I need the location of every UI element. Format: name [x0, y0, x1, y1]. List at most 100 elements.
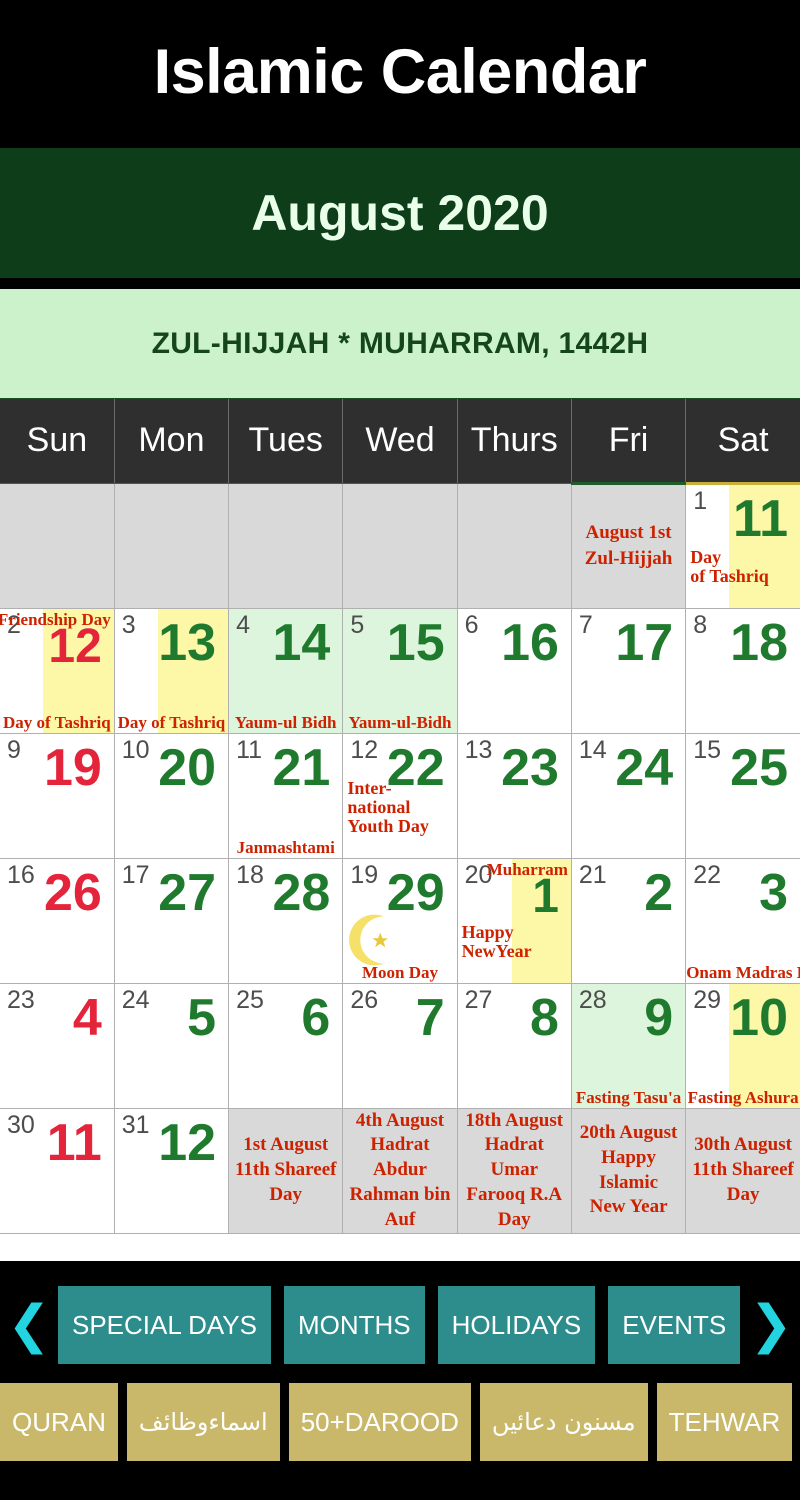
day-cell-inner: 17 27 [115, 859, 228, 983]
calendar-day-cell[interactable]: 11 21 Janmashtami [228, 733, 344, 859]
calendar-day-cell[interactable]: 4 14 Yaum-ul Bidh [228, 608, 344, 734]
calendar-day-cell[interactable]: 23 4 [0, 983, 115, 1109]
gregorian-date: 23 [7, 985, 35, 1014]
day-cell-inner: 14 24 [572, 734, 685, 858]
weekday-header-fri: Fri [571, 399, 687, 485]
hijri-date: 25 [730, 738, 788, 797]
gregorian-date: 27 [464, 985, 493, 1014]
hijri-date: 9 [644, 988, 674, 1047]
calendar-day-cell[interactable]: 13 23 [457, 733, 572, 859]
calendar-day-cell[interactable]: 9 19 [0, 733, 115, 859]
calendar-note-cell[interactable]: August 1st Zul-Hijjah [571, 483, 687, 609]
calendar-day-cell[interactable]: 28 9 Fasting Tasu'a [571, 983, 687, 1109]
calendar-day-cell[interactable]: 10 20 [114, 733, 230, 859]
bottom-nav-zone: ❮ SPECIAL DAYS MONTHS HOLIDAYS EVENTS ❯ QUR… [0, 1269, 800, 1500]
calendar-day-cell[interactable]: 1 11 Day of Tashriq [685, 483, 800, 609]
weekday-header-sun: Sun [0, 399, 115, 484]
calendar-event-cell[interactable]: 30th August 11th Shareef Day [685, 1108, 800, 1234]
nav-button-months[interactable]: MONTHS [283, 1286, 425, 1364]
nav-button-holidays[interactable]: HOLIDAYS [437, 1286, 596, 1364]
calendar-cell-empty [342, 483, 458, 609]
day-bottom-label: Yaum-ul-Bidh [348, 712, 452, 732]
calendar-day-cell[interactable]: 2 12 Friendship Day Day of Tashriq [0, 608, 115, 734]
calendar-week-row: 23 4 24 5 25 6 26 7 27 8 28 9 Fasting Tasu'a 29 10 Fast… [0, 983, 800, 1109]
app-title: Islamic Calendar [153, 37, 647, 107]
calendar-day-cell[interactable]: 25 6 [228, 983, 344, 1109]
calendar-day-cell[interactable]: 29 10 Fasting Ashura [685, 983, 800, 1109]
calendar-card: ZUL-HIJJAH * MUHARRAM, 1442H Sun Mon Tues W… [0, 285, 800, 1265]
weekday-header-wed: Wed [342, 399, 458, 484]
calendar-day-cell[interactable]: 27 8 [457, 983, 572, 1109]
calendar-day-cell[interactable]: 31 12 [114, 1108, 230, 1234]
calendar-day-cell[interactable]: 19 29 Moon Day [342, 858, 458, 984]
quick-link-quran[interactable]: QURAN [0, 1383, 118, 1461]
quick-link-urdu-3[interactable]: مسنون دعائیں [479, 1383, 648, 1461]
hijri-date: 11 [46, 1113, 102, 1172]
day-cell-inner: 9 19 [0, 734, 114, 858]
calendar-day-cell[interactable]: 5 15 Yaum-ul-Bidh [342, 608, 458, 734]
hijri-date: 27 [158, 863, 217, 922]
calendar-day-cell[interactable]: 26 7 [342, 983, 458, 1109]
calendar-week-row: August 1st Zul-Hijjah 1 11 Day of Tashriq [0, 483, 800, 609]
chevron-right-icon[interactable]: ❯ [742, 1286, 800, 1364]
gregorian-date: 10 [121, 735, 150, 764]
calendar-day-cell[interactable]: 20 1 Muharram Happy NewYear [457, 858, 572, 984]
day-cell-inner: 10 20 [115, 734, 228, 858]
day-cell-inner: 15 25 [686, 734, 800, 858]
weekday-header-mon: Mon [114, 399, 230, 484]
calendar-event-cell[interactable]: 4th August Hadrat Abdur Rahman bin Auf [342, 1108, 458, 1234]
calendar-day-cell[interactable]: 7 17 [571, 608, 687, 734]
calendar-day-cell[interactable]: 6 16 [457, 608, 572, 734]
calendar-event-cell[interactable]: 20th August Happy Islamic New Year [571, 1108, 687, 1234]
gregorian-date: 19 [350, 860, 379, 889]
day-bottom-label: Moon Day [361, 962, 438, 982]
calendar-day-cell[interactable]: 18 28 [228, 858, 344, 984]
day-cell-inner: 27 8 [458, 984, 571, 1108]
weekday-header-tues: Tues [228, 399, 344, 484]
calendar-day-cell[interactable]: 15 25 [685, 733, 800, 859]
day-cell-inner: 23 4 [0, 984, 114, 1108]
quick-link-tehwar[interactable]: TEHWAR [656, 1383, 793, 1461]
gregorian-date: 25 [236, 985, 264, 1014]
day-cell-inner: 11 21 Janmashtami [229, 734, 342, 858]
calendar-day-cell[interactable]: 30 11 [0, 1108, 115, 1234]
chevron-left-icon[interactable]: ❮ [0, 1286, 58, 1364]
calendar-body: August 1st Zul-Hijjah 1 11 Day of Tashriq 2 12 F… [0, 483, 800, 1234]
event-text: 18th August Hadrat Umar Farooq R.A Day [465, 1109, 564, 1230]
hijri-date: 14 [272, 613, 331, 672]
day-cell-inner: 4 14 Yaum-ul Bidh [229, 609, 342, 733]
day-cell-inner: 28 9 Fasting Tasu'a [572, 984, 685, 1108]
day-side-label: Inter-national Youth Day [347, 777, 429, 836]
nav-button-special-days[interactable]: SPECIAL DAYS [58, 1286, 271, 1364]
hijri-month-label: ZUL-HIJJAH * MUHARRAM, 1442H [151, 326, 649, 360]
hijri-date: 12 [158, 1113, 217, 1172]
event-text: 1st August 11th Shareef Day [234, 1134, 337, 1205]
weekday-header-sat: Sat [685, 399, 800, 485]
calendar-cell-empty [457, 483, 572, 609]
quick-link-50-darood[interactable]: 50+DAROOD [288, 1383, 471, 1461]
nav-button-events[interactable]: EVENTS [608, 1286, 741, 1364]
hijri-date: 11 [733, 489, 788, 548]
calendar-event-cell[interactable]: 1st August 11th Shareef Day [228, 1108, 344, 1234]
calendar-day-cell[interactable]: 8 18 [685, 608, 800, 734]
calendar-day-cell[interactable]: 16 26 [0, 858, 115, 984]
secondary-nav-row: QURAN اسماءوظائف 50+DAROOD مسنون دعائیں TEHW… [0, 1383, 800, 1461]
gregorian-date: 3 [121, 610, 136, 639]
gregorian-date: 8 [693, 610, 708, 639]
hijri-date: 17 [615, 613, 674, 672]
calendar-day-cell[interactable]: 21 2 [571, 858, 687, 984]
calendar-day-cell[interactable]: 12 22 Inter-national Youth Day [342, 733, 458, 859]
day-cell-inner: 24 5 [115, 984, 228, 1108]
current-month-label: August 2020 [251, 185, 549, 241]
islamic-calendar-app: Islamic Calendar August 2020 ZUL-HIJJAH … [0, 0, 800, 1500]
calendar-day-cell[interactable]: 24 5 [114, 983, 230, 1109]
gregorian-date: 7 [578, 610, 593, 639]
calendar-day-cell[interactable]: 14 24 [571, 733, 687, 859]
calendar-event-cell[interactable]: 18th August Hadrat Umar Farooq R.A Day [457, 1108, 572, 1234]
quick-link-urdu-1[interactable]: اسماءوظائف [126, 1383, 280, 1461]
calendar-day-cell[interactable]: 17 27 [114, 858, 230, 984]
calendar-day-cell[interactable]: 3 13 Day of Tashriq [114, 608, 230, 734]
calendar-day-cell[interactable]: 22 3 Onam Madras Day [685, 858, 800, 984]
calendar-cell-empty [0, 483, 115, 609]
day-bottom-label: Fasting Tasu'a [575, 1087, 682, 1107]
